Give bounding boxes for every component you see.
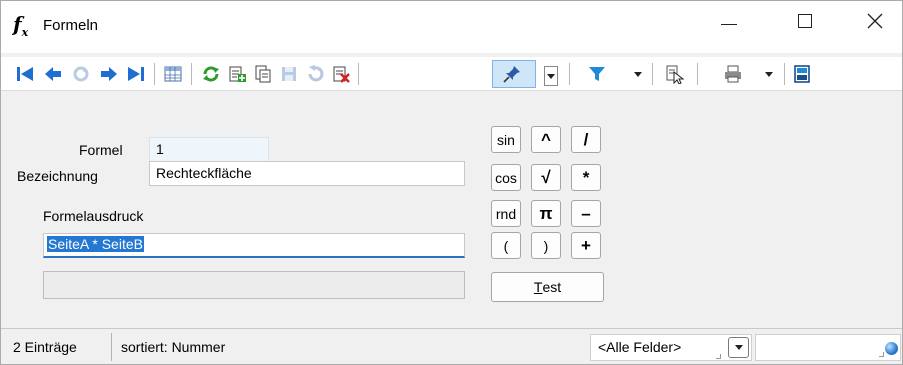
rnd-button[interactable]: rnd bbox=[491, 200, 521, 227]
chevron-down-icon bbox=[547, 73, 555, 79]
search-input[interactable] bbox=[755, 334, 901, 361]
chevron-down-icon bbox=[734, 345, 743, 350]
toolbar-separator bbox=[652, 63, 653, 85]
field-combo-dropdown[interactable] bbox=[728, 337, 749, 358]
disabled-action-button[interactable] bbox=[69, 62, 93, 86]
formelausdruck-field[interactable]: SeiteA * SeiteB bbox=[43, 233, 465, 258]
undo-button[interactable] bbox=[303, 62, 327, 86]
caret-button[interactable]: ^ bbox=[531, 126, 561, 153]
layout-icon bbox=[794, 65, 810, 83]
new-record-button[interactable] bbox=[225, 62, 249, 86]
maximize-button[interactable] bbox=[777, 1, 833, 41]
reload-icon bbox=[203, 66, 219, 82]
left-paren-button[interactable]: ( bbox=[491, 232, 521, 259]
function-fx-icon: fx bbox=[13, 12, 29, 39]
grid-view-button[interactable] bbox=[161, 62, 185, 86]
toolbar bbox=[1, 57, 902, 91]
resize-grip-icon bbox=[878, 351, 884, 357]
toolbar-separator bbox=[154, 63, 155, 85]
filter-icon bbox=[589, 67, 605, 81]
grid-view-icon bbox=[164, 66, 182, 82]
new-record-icon bbox=[229, 66, 246, 82]
plus-button[interactable]: + bbox=[571, 232, 601, 259]
minimize-button[interactable] bbox=[701, 1, 757, 41]
status-divider bbox=[111, 333, 112, 361]
cos-button[interactable]: cos bbox=[491, 164, 521, 191]
undo-icon bbox=[308, 65, 324, 82]
previous-record-button[interactable] bbox=[41, 62, 65, 86]
toolbar-separator bbox=[191, 63, 192, 85]
toolbar-separator bbox=[569, 63, 570, 85]
filter-button[interactable] bbox=[585, 62, 609, 86]
field-select-button[interactable] bbox=[662, 62, 686, 86]
copy-record-icon bbox=[255, 65, 271, 83]
reload-button[interactable] bbox=[199, 62, 223, 86]
pin-dropdown-button[interactable] bbox=[544, 66, 558, 86]
previous-record-icon bbox=[45, 67, 61, 81]
formel-field[interactable]: 1 bbox=[149, 137, 269, 162]
formelausdruck-label: Formelausdruck bbox=[43, 208, 144, 224]
toolbar-separator bbox=[697, 63, 698, 85]
chevron-down-icon bbox=[634, 71, 642, 77]
globe-search-icon[interactable] bbox=[885, 342, 898, 355]
save-icon bbox=[282, 67, 296, 81]
layout-button[interactable] bbox=[790, 62, 814, 86]
resize-grip-icon bbox=[715, 353, 721, 359]
refresh-disabled-icon bbox=[73, 66, 89, 82]
close-button[interactable] bbox=[847, 1, 903, 41]
first-record-icon bbox=[17, 67, 33, 81]
last-record-icon bbox=[128, 67, 144, 81]
field-combo-value: <Alle Felder> bbox=[598, 339, 682, 355]
pi-button[interactable]: π bbox=[531, 200, 561, 227]
next-record-icon bbox=[101, 67, 117, 81]
delete-button[interactable] bbox=[329, 62, 353, 86]
sin-button[interactable]: sin bbox=[491, 126, 521, 153]
maximize-icon bbox=[798, 14, 812, 28]
bezeichnung-label: Bezeichnung bbox=[17, 168, 98, 184]
result-field bbox=[43, 271, 465, 299]
copy-record-button[interactable] bbox=[251, 62, 275, 86]
pin-button[interactable] bbox=[500, 62, 524, 86]
filter-dropdown-button[interactable] bbox=[631, 62, 645, 86]
minimize-icon bbox=[721, 23, 737, 25]
field-select-icon bbox=[666, 65, 684, 84]
title-bar[interactable]: fx Formeln bbox=[1, 1, 902, 53]
test-button[interactable]: Test bbox=[491, 272, 604, 302]
print-button[interactable] bbox=[721, 62, 745, 86]
bezeichnung-field[interactable]: Rechteckfläche bbox=[149, 161, 465, 186]
formula-selected-text: SeiteA * SeiteB bbox=[47, 236, 144, 252]
pin-icon bbox=[503, 66, 520, 83]
right-paren-button[interactable]: ) bbox=[531, 232, 561, 259]
next-record-button[interactable] bbox=[97, 62, 121, 86]
first-record-button[interactable] bbox=[13, 62, 37, 86]
record-count: 2 Einträge bbox=[13, 339, 77, 355]
sqrt-button[interactable]: √ bbox=[531, 164, 561, 191]
toolbar-separator bbox=[784, 63, 785, 85]
delete-icon bbox=[333, 66, 350, 83]
sort-status: sortiert: Nummer bbox=[121, 339, 226, 355]
formeln-window: fx Formeln Formel 1 Bezeichnung Rechteck… bbox=[0, 0, 903, 365]
window-title: Formeln bbox=[43, 17, 99, 34]
close-icon bbox=[867, 13, 883, 29]
print-icon bbox=[725, 65, 741, 83]
last-record-button[interactable] bbox=[124, 62, 148, 86]
test-label: est bbox=[542, 279, 562, 295]
multiply-button[interactable]: * bbox=[571, 164, 601, 191]
minus-button[interactable]: – bbox=[571, 200, 601, 227]
divide-button[interactable]: / bbox=[571, 126, 601, 153]
formel-label: Formel bbox=[79, 142, 123, 158]
toolbar-separator bbox=[358, 63, 359, 85]
chevron-down-icon bbox=[765, 71, 773, 77]
save-button[interactable] bbox=[277, 62, 301, 86]
print-dropdown-button[interactable] bbox=[762, 62, 776, 86]
status-bar: 2 Einträge sortiert: Nummer <Alle Felder… bbox=[1, 328, 902, 364]
test-accelerator: T bbox=[533, 279, 543, 295]
